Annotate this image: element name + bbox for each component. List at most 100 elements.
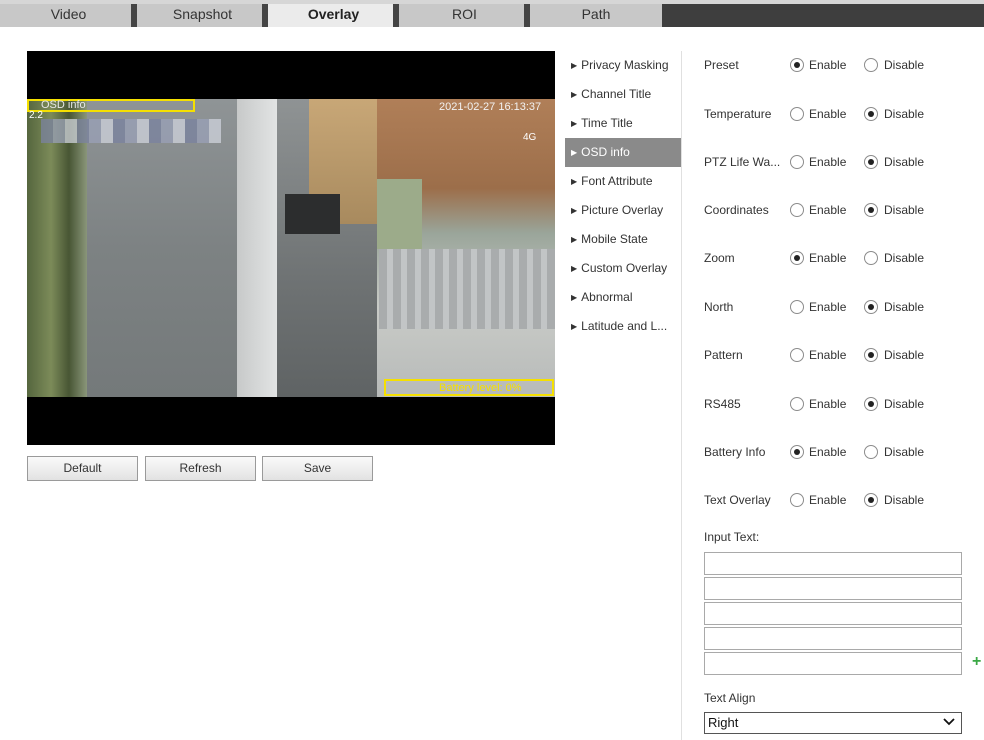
ptz-life-enable-radio[interactable] [790,155,804,169]
tab-label: Path [581,6,611,22]
enable-label: Enable [809,493,847,507]
setting-label: Text Overlay [704,493,771,507]
enable-label: Enable [809,397,847,411]
zoom-disable-radio[interactable] [864,251,878,265]
battery-info-disable-radio[interactable] [864,445,878,459]
caret-right-icon: ▶ [571,322,578,331]
caret-right-icon: ▶ [571,206,578,215]
tab-snapshot[interactable]: Snapshot [137,4,268,27]
caret-right-icon: ▶ [571,119,578,128]
preset-enable-radio[interactable] [790,58,804,72]
text-line-4-input[interactable] [704,627,962,650]
temperature-disable-radio[interactable] [864,107,878,121]
tab-overlay[interactable]: Overlay [268,4,399,27]
setting-label: Temperature [704,107,772,121]
tab-label: Video [50,6,87,22]
setting-label: PTZ Life Wa... [704,155,781,169]
camera-image [27,99,555,397]
disable-label: Disable [884,397,925,411]
enable-label: Enable [809,58,847,72]
tab-video[interactable]: Video [0,4,137,27]
temperature-enable-radio[interactable] [790,107,804,121]
disable-label: Disable [884,348,925,362]
menu-item-privacy-masking[interactable]: ▶ Privacy Masking [565,51,681,80]
pattern-enable-radio[interactable] [790,348,804,362]
caret-right-icon: ▶ [571,264,578,273]
video-preview[interactable]: OSD info 2.2 2021-02-27 16:13:37 4G Batt… [27,51,555,445]
caret-right-icon: ▶ [571,293,578,302]
menu-item-font-attribute[interactable]: ▶ Font Attribute [565,167,681,196]
osd-small-text: 2.2 [29,110,43,121]
disable-label: Disable [884,107,925,121]
setting-label: Coordinates [704,203,769,217]
enable-label: Enable [809,155,847,169]
menu-item-label: Channel Title [581,87,652,101]
menu-item-time-title[interactable]: ▶ Time Title [565,109,681,138]
caret-right-icon: ▶ [571,177,578,186]
menu-item-label: Latitude and L... [581,319,668,333]
default-button[interactable]: Default [27,456,138,481]
enable-label: Enable [809,300,847,314]
menu-item-label: Custom Overlay [581,261,668,275]
rs485-enable-radio[interactable] [790,397,804,411]
text-align-label: Text Align [704,691,756,705]
zoom-enable-radio[interactable] [790,251,804,265]
save-button[interactable]: Save [262,456,373,481]
coordinates-disable-radio[interactable] [864,203,878,217]
battery-info-enable-radio[interactable] [790,445,804,459]
text-line-1-input[interactable] [704,552,962,575]
menu-item-mobile-state[interactable]: ▶ Mobile State [565,225,681,254]
menu-item-abnormal[interactable]: ▶ Abnormal [565,283,681,312]
disable-label: Disable [884,445,925,459]
north-enable-radio[interactable] [790,300,804,314]
menu-item-picture-overlay[interactable]: ▶ Picture Overlay [565,196,681,225]
menu-divider [681,51,682,740]
caret-right-icon: ▶ [571,61,578,70]
menu-item-latitude-longitude[interactable]: ▶ Latitude and L... [565,312,681,341]
battery-info-text: Battery level: 0% [439,382,522,394]
refresh-button[interactable]: Refresh [145,456,256,481]
menu-item-osd-info[interactable]: ▶ OSD info [565,138,681,167]
time-title: 2021-02-27 16:13:37 [439,101,542,113]
menu-item-label: Picture Overlay [581,203,664,217]
text-line-2-input[interactable] [704,577,962,600]
setting-label: Zoom [704,251,735,265]
caret-right-icon: ▶ [571,235,578,244]
menu-item-label: Abnormal [581,290,633,304]
setting-label: RS485 [704,397,741,411]
text-overlay-disable-radio[interactable] [864,493,878,507]
tab-roi[interactable]: ROI [399,4,530,27]
text-overlay-enable-radio[interactable] [790,493,804,507]
north-disable-radio[interactable] [864,300,878,314]
menu-item-channel-title[interactable]: ▶ Channel Title [565,80,681,109]
menu-item-custom-overlay[interactable]: ▶ Custom Overlay [565,254,681,283]
menu-item-label: Time Title [581,116,633,130]
osd-info-text: OSD info [41,99,86,111]
chevron-down-icon [943,718,955,726]
setting-label: Pattern [704,348,743,362]
menu-item-label: Font Attribute [581,174,653,188]
menu-item-label: Privacy Masking [581,58,669,72]
enable-label: Enable [809,445,847,459]
disable-label: Disable [884,300,925,314]
ptz-life-disable-radio[interactable] [864,155,878,169]
overlay-menu: ▶ Privacy Masking ▶ Channel Title ▶ Time Ti… [565,51,681,341]
setting-label: Preset [704,58,739,72]
add-line-plus-icon[interactable]: + [972,654,981,670]
enable-label: Enable [809,348,847,362]
rs485-disable-radio[interactable] [864,397,878,411]
preset-disable-radio[interactable] [864,58,878,72]
text-line-5-input[interactable] [704,652,962,675]
disable-label: Disable [884,203,925,217]
tab-bar-filler [662,4,984,27]
tab-label: Overlay [307,6,360,22]
tab-path[interactable]: Path [530,4,662,27]
coordinates-enable-radio[interactable] [790,203,804,217]
disable-label: Disable [884,58,925,72]
menu-item-label: OSD info [581,145,630,159]
pattern-disable-radio[interactable] [864,348,878,362]
text-align-select[interactable]: Right [704,712,962,734]
disable-label: Disable [884,155,925,169]
text-line-3-input[interactable] [704,602,962,625]
text-align-value: Right [708,715,739,730]
